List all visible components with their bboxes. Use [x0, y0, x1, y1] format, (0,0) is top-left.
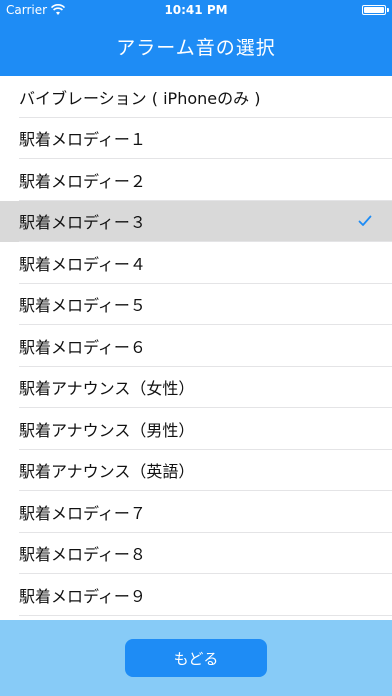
list-item-label: 駅着アナウンス（女性）	[19, 379, 195, 399]
screen: Carrier 10:41 PM アラーム音の選択 バイブレーション ( iPh…	[0, 0, 392, 696]
list-item[interactable]: バイブレーション ( iPhoneのみ )	[0, 76, 392, 118]
footer: もどる	[0, 620, 392, 696]
list-item[interactable]: 駅着メロディー３	[0, 200, 392, 242]
list-item[interactable]: 駅着メロディー２	[0, 159, 392, 201]
list-item[interactable]: 駅着アナウンス（男性）	[0, 408, 392, 450]
list-item-label: 駅着アナウンス（英語）	[19, 462, 195, 482]
page-title: アラーム音の選択	[116, 37, 276, 59]
list-item-label: 駅着メロディー８	[19, 545, 146, 565]
list-item-label: 駅着メロディー６	[19, 337, 146, 357]
list-item-label: 駅着メロディー５	[19, 296, 146, 316]
list-item[interactable]: 駅着メロディー５	[0, 283, 392, 325]
check-icon	[358, 215, 372, 227]
list-item[interactable]: 駅着アナウンス（女性）	[0, 366, 392, 408]
list-item[interactable]: 駅着メロディー１	[0, 117, 392, 159]
status-time: 10:41 PM	[164, 3, 228, 17]
list-item[interactable]: 駅着メロディー８	[0, 532, 392, 574]
list-item-label: 駅着アナウンス（男性）	[19, 420, 195, 440]
list-item[interactable]: 駅着アナウンス（英語）	[0, 449, 392, 491]
list-item[interactable]: 駅着メロディー９	[0, 574, 392, 616]
header: Carrier 10:41 PM アラーム音の選択	[0, 0, 392, 76]
list-item[interactable]: 駅着メロディー４	[0, 242, 392, 284]
status-bar: Carrier 10:41 PM	[0, 0, 392, 20]
sound-list: バイブレーション ( iPhoneのみ ) 駅着メロディー１ 駅着メロディー２ 駅着メ…	[0, 76, 392, 620]
list-item-label: 駅着メロディー２	[19, 171, 146, 191]
list-item-label: 駅着メロディー１	[19, 130, 146, 150]
battery-fill	[364, 7, 384, 13]
back-button[interactable]: もどる	[125, 639, 267, 677]
list-item-label: 駅着メロディー３	[19, 213, 146, 233]
list-item-label: 駅着メロディー４	[19, 254, 146, 274]
list-item[interactable]: 駅着メロディー６	[0, 325, 392, 367]
list-item-label: 駅着メロディー９	[19, 586, 146, 606]
list-item[interactable]: 駅着メロディー７	[0, 491, 392, 533]
list-item-label: バイブレーション ( iPhoneのみ )	[19, 88, 261, 108]
battery-icon	[362, 5, 389, 15]
list-item-label: 駅着メロディー７	[19, 503, 146, 523]
